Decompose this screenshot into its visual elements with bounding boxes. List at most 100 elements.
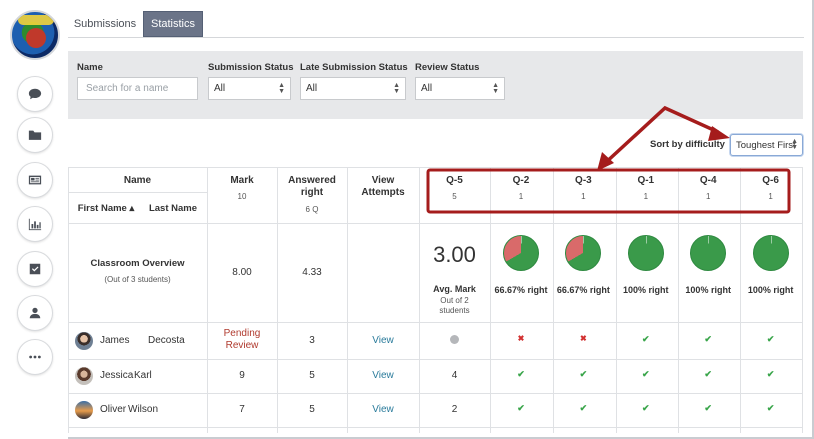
cross-icon: ✖ [517,333,525,343]
submission-status-value: All [214,83,226,94]
check-icon: ✔ [642,333,650,344]
question-header-q-3[interactable]: Q-3 [552,175,614,186]
question-percent-right: 100% right [685,285,731,295]
late-status-select[interactable]: All ▲ ▼ [300,77,406,100]
student-last-name: Wilson [128,404,159,415]
check-icon: ✔ [766,333,775,344]
name-header: Name [123,175,152,186]
student-answered-right: 5 [309,370,315,381]
check-icon: ✔ [642,403,650,413]
question-percent-right: 66.67% right [494,285,548,295]
filter-panel: Name Search for a name Submission Status… [68,51,803,119]
question-header-q-5[interactable]: Q-5 [419,175,490,186]
check-icon: ✔ [517,403,525,413]
select-caret-icon: ▲ ▼ [278,82,285,95]
avg-mark-value: 3.00 [433,242,476,267]
question-pie-chart [690,235,727,271]
question-header-q-4[interactable]: Q-4 [677,175,739,186]
name-filter-label: Name [77,62,103,73]
avg-mark-label: Avg. Mark [433,284,476,294]
statistics-table: Name First Name ▴ Last Name Mark 10 Answ… [68,167,803,433]
avg-mark-sub: Out of 2 students [439,296,470,315]
q5-score: 4 [451,370,458,381]
chat-icon[interactable] [17,76,53,112]
review-status-value: All [421,83,433,94]
name-search-input[interactable]: Search for a name [77,77,198,100]
student-avatar [75,331,93,350]
check-icon: ✔ [704,333,712,344]
check-icon: ✔ [766,403,775,413]
mark-header: Mark [230,175,254,186]
mark-max: 10 [237,192,247,201]
bar-chart-icon[interactable] [17,206,53,242]
question-percent-right: 66.67% right [556,285,610,295]
check-icon: ✔ [579,403,588,413]
question-pie-chart [627,235,664,271]
tab-statistics[interactable]: Statistics [143,11,203,37]
answered-header: Answered right [288,175,336,198]
last-name-sort-header[interactable]: Last Name [140,203,206,214]
student-answered-right: 5 [309,404,315,415]
student-mark: 7 [239,404,245,415]
left-rail [0,0,68,439]
question-header-q-2[interactable]: Q-2 [490,175,552,186]
sort-label: Sort by difficulty [650,139,725,150]
sort-value: Toughest First [736,139,796,151]
student-first-name: Oliver [100,404,127,415]
q5-score: 2 [451,404,458,415]
answered-total: 6 Q [305,205,319,214]
question-percent-right: 100% right [623,285,669,295]
student-avatar [75,367,93,385]
submission-status-select[interactable]: All ▲ ▼ [208,77,291,100]
app-logo[interactable] [10,10,60,60]
check-icon: ✔ [766,369,775,379]
overview-title: Classroom Overview [90,258,185,269]
student-mark: Pending Review [223,328,261,351]
review-status-select[interactable]: All ▲ ▼ [415,77,505,100]
check-icon: ✔ [579,369,588,379]
late-status-value: All [306,83,318,94]
question-header-q-1[interactable]: Q-1 [615,175,677,186]
newspaper-icon[interactable] [17,162,53,198]
more-icon[interactable] [17,339,53,375]
question-pie-chart [503,235,539,271]
question-weight: 5 [452,192,457,201]
view-attempts-header: View Attempts [361,175,405,198]
question-weight: 1 [581,192,586,201]
question-weight: 1 [518,192,524,201]
view-attempts-link[interactable]: View [347,370,419,381]
check-icon: ✔ [704,403,712,413]
user-icon[interactable] [17,295,53,331]
pending-dot-icon [450,334,459,344]
view-attempts-link[interactable]: View [347,335,419,346]
student-avatar [75,401,93,419]
review-status-label: Review Status [415,62,480,73]
student-mark: 9 [239,370,245,381]
folder-icon[interactable] [17,117,53,153]
overview-mark: 8.00 [232,267,252,278]
view-attempts-link[interactable]: View [347,404,419,415]
select-caret-icon: ▲ ▼ [791,138,798,151]
overview-subtitle: (Out of 3 students) [104,275,171,284]
first-name-sort-header[interactable]: First Name ▴ [74,203,138,214]
check-icon: ✔ [642,369,650,379]
question-weight: 1 [705,192,711,201]
checkbox-icon[interactable] [17,251,53,287]
check-icon: ✔ [517,369,525,379]
select-caret-icon: ▲ ▼ [393,82,400,95]
student-answered-right: 3 [309,334,315,346]
select-caret-icon: ▲ ▼ [492,82,499,95]
student-first-name: James [100,334,130,346]
tab-submissions[interactable]: Submissions [70,11,140,37]
student-last-name: Decosta [148,334,185,346]
submission-status-label: Submission Status [208,62,294,73]
q5-pending-cell [419,334,490,347]
overview-answered: 4.33 [302,267,322,278]
question-weight: 1 [643,192,649,201]
sort-select[interactable]: Toughest First ▲ ▼ [730,134,803,156]
question-header-q-6[interactable]: Q-6 [740,175,802,186]
late-status-label: Late Submission Status [300,62,408,73]
question-percent-right: 100% right [747,285,794,295]
check-icon: ✔ [704,369,712,379]
cross-icon: ✖ [580,333,587,343]
